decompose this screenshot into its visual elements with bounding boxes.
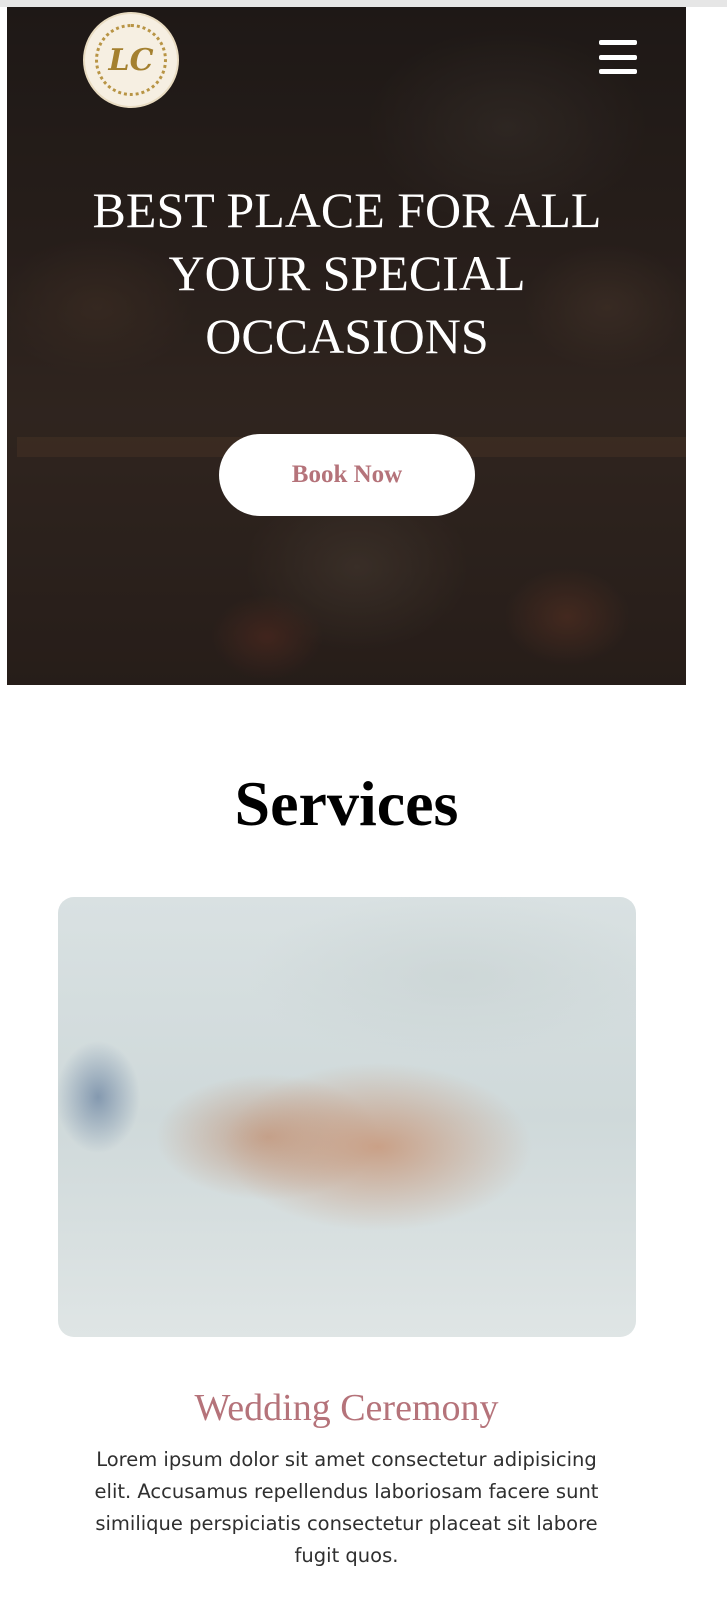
logo-wreath-icon: LC [95, 24, 167, 96]
logo-monogram: LC [108, 42, 154, 78]
wedding-ceremony-image [58, 897, 636, 1337]
book-now-button[interactable]: Book Now [219, 434, 475, 516]
service-description: Lorem ipsum dolor sit amet consectetur a… [94, 1448, 599, 1567]
browser-top-strip [0, 0, 727, 7]
hero-title: BEST PLACE FOR ALL YOUR SPECIAL OCCASION… [92, 182, 602, 364]
service-title: Wedding Ceremony [194, 1387, 499, 1429]
menu-bar [599, 69, 637, 74]
hamburger-menu-icon[interactable] [599, 40, 637, 74]
hero-section: LC BEST PLACE FOR ALL YOUR SPECIAL OCCAS… [7, 7, 686, 685]
services-heading: Services [234, 768, 459, 839]
menu-bar [599, 40, 637, 45]
menu-bar [599, 54, 637, 60]
site-logo[interactable]: LC [83, 12, 179, 108]
